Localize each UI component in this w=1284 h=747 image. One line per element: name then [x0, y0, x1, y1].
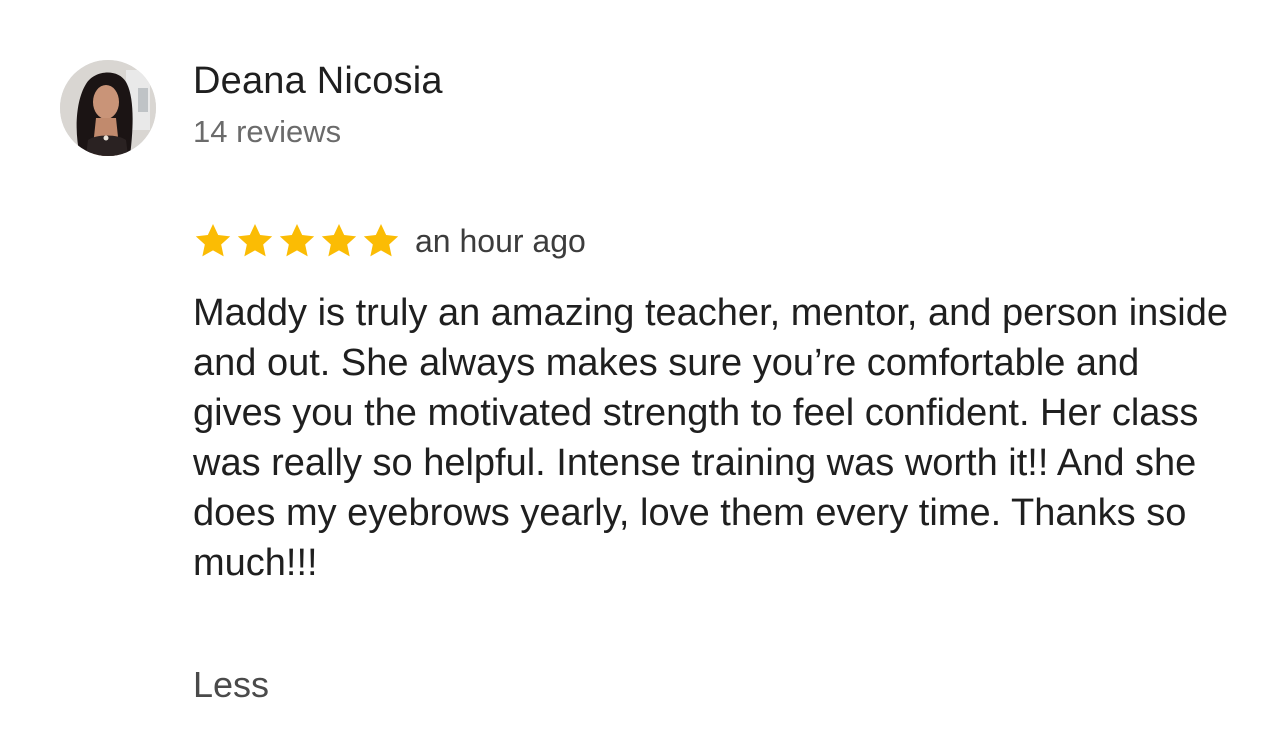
star-icon — [193, 221, 233, 261]
star-icon — [319, 221, 359, 261]
show-less-button[interactable]: Less — [193, 664, 269, 706]
star-icon — [235, 221, 275, 261]
review-text: Maddy is truly an amazing teacher, mento… — [193, 292, 1229, 584]
star-icon — [361, 221, 401, 261]
reviewer-review-count: 14 reviews — [193, 114, 342, 149]
star-icon — [277, 221, 317, 261]
reviewer-name[interactable]: Deana Nicosia — [193, 60, 443, 103]
review-time: an hour ago — [415, 223, 586, 259]
avatar-photo-icon — [60, 60, 156, 156]
rating-row: an hour ago — [193, 220, 586, 262]
review-card: Deana Nicosia 14 reviews an hour ago Mad… — [0, 0, 1284, 747]
reviewer-avatar[interactable] — [60, 60, 156, 156]
star-rating — [193, 221, 403, 261]
